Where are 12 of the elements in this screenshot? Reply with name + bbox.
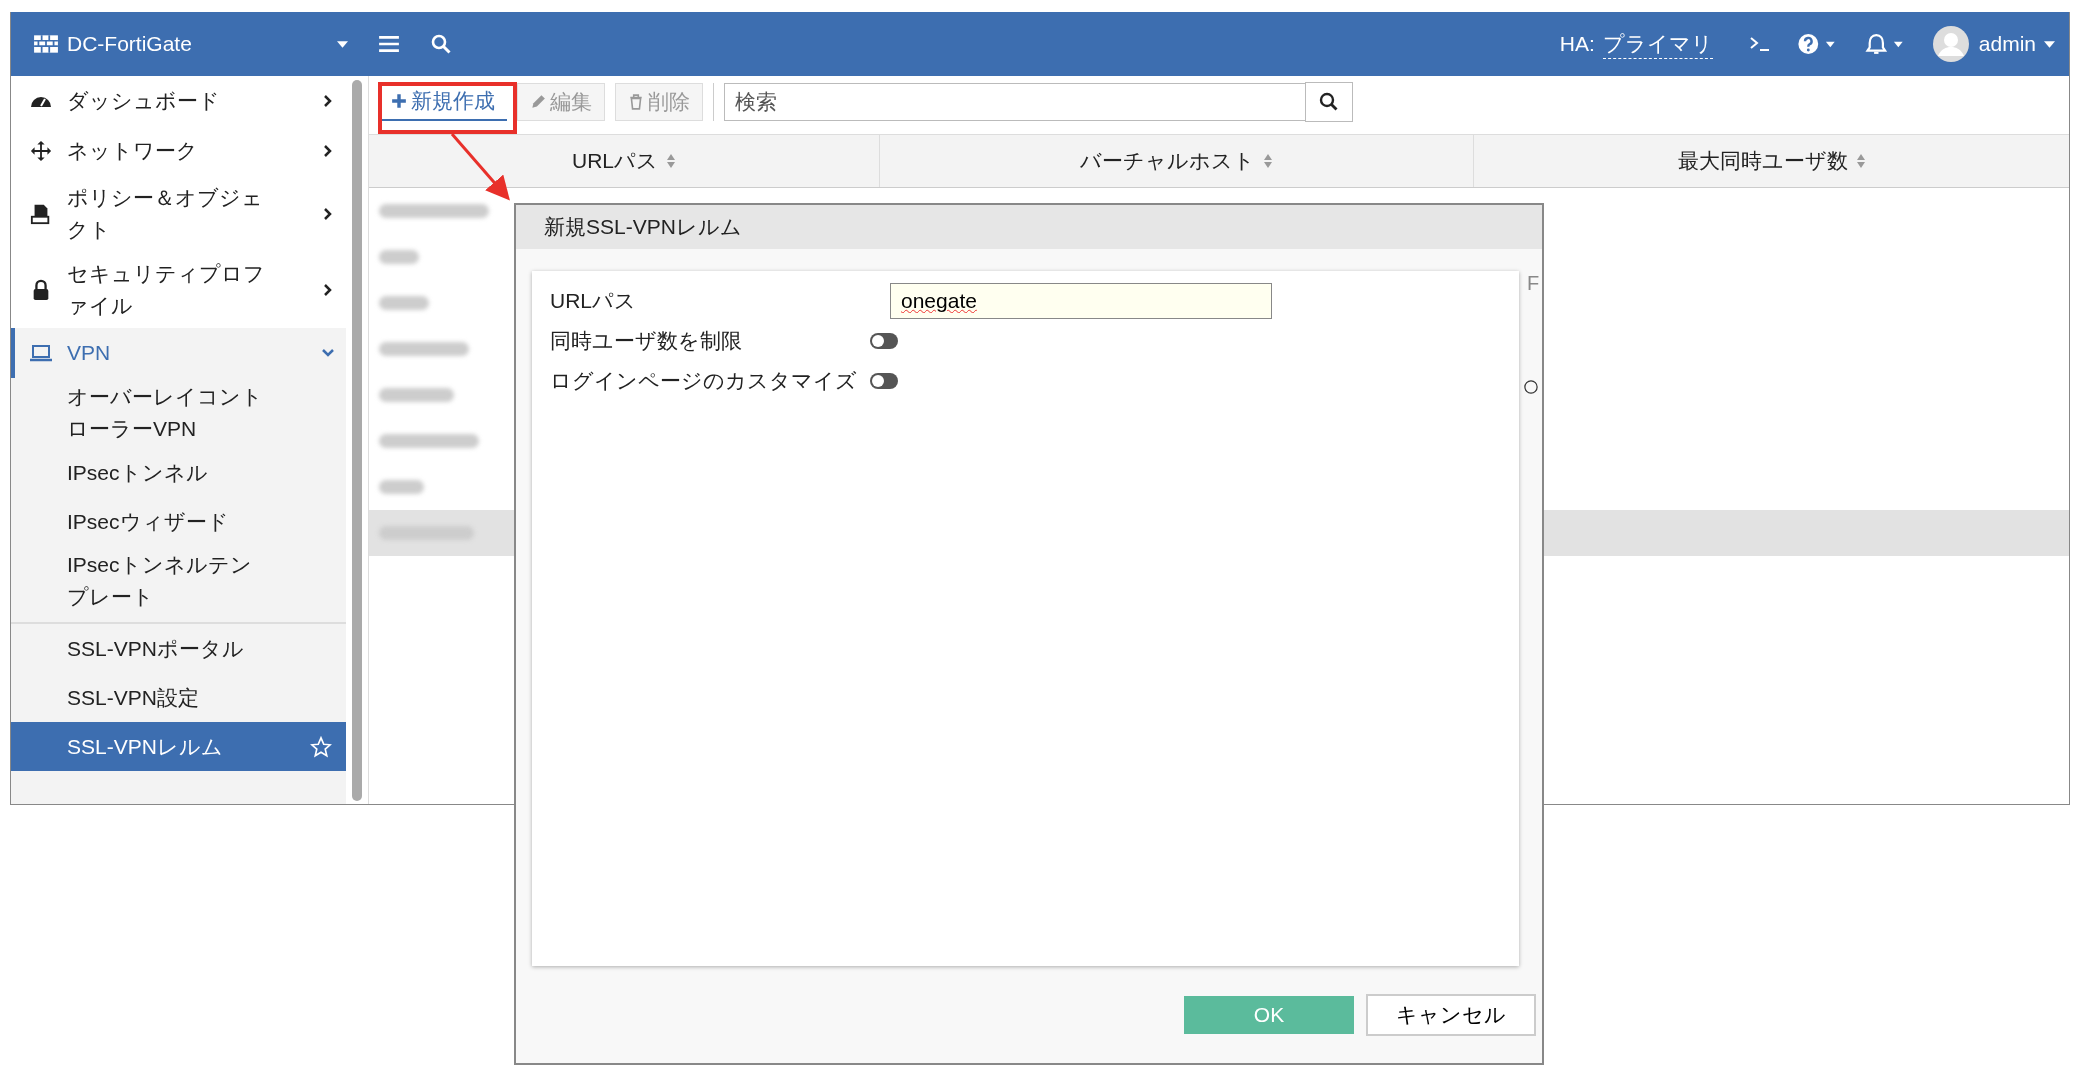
side-text: F: [1527, 272, 1540, 295]
nav-label: VPN: [67, 340, 112, 366]
ha-label: HA:: [1559, 32, 1595, 56]
device-name: DC-FortiGate: [67, 32, 193, 56]
dialog-title: 新規SSL-VPNレルム: [516, 205, 1542, 249]
nav-label: セキュリティプロファイル: [67, 261, 266, 319]
field-label: ログインページのカスタマイズ: [550, 368, 858, 394]
nav-label: ポリシー＆オブジェクト: [67, 185, 264, 243]
nav-label: ダッシュボード: [67, 88, 221, 114]
field-label: URLパス: [550, 288, 637, 314]
field-label: 同時ユーザ数を制限: [550, 328, 743, 354]
nav-label: ネットワーク: [67, 138, 199, 164]
